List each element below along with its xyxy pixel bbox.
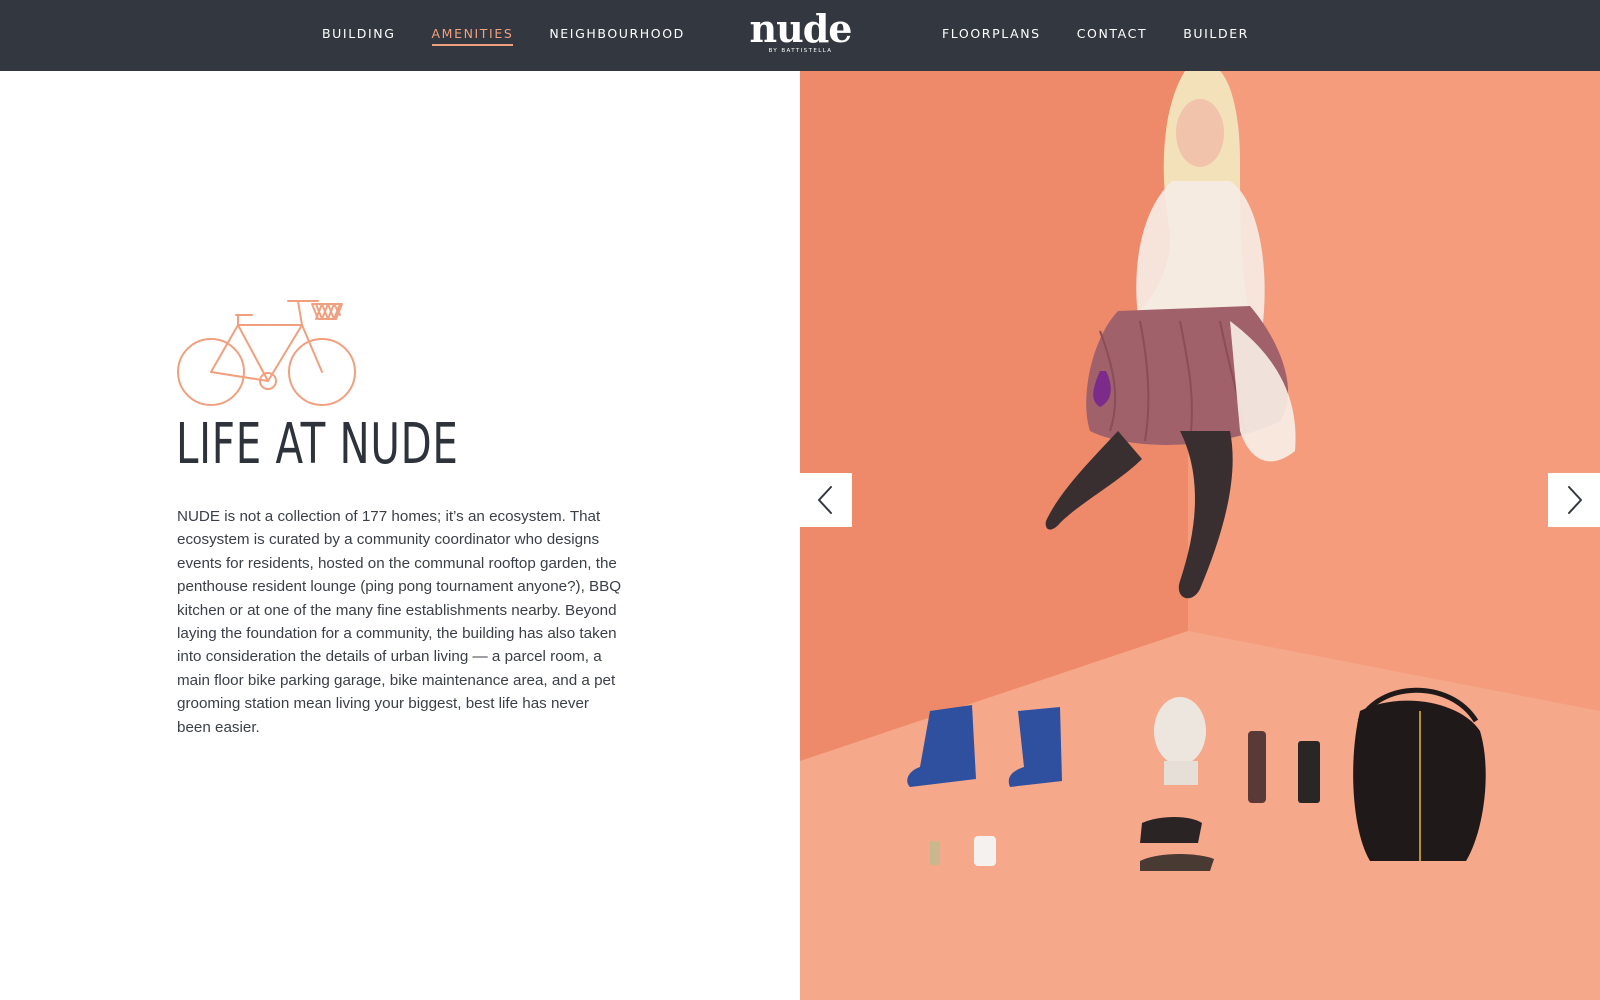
page-title: LIFE AT NUDE — [176, 412, 459, 477]
nav-right-group: FLOORPLANS CONTACT BUILDER — [942, 0, 1285, 71]
nav-link-floorplans[interactable]: FLOORPLANS — [942, 26, 1041, 46]
site-logo[interactable]: nude BY BATTISTELLA — [748, 6, 853, 55]
photo-illustration — [800, 71, 1600, 1000]
logo-wordmark: nude — [749, 6, 852, 51]
nav-link-builder[interactable]: BUILDER — [1183, 26, 1249, 46]
chevron-right-icon — [1568, 486, 1582, 514]
hero-photo-slide — [800, 71, 1600, 1000]
nav-left-group: BUILDING AMENITIES NEIGHBOURHOOD — [322, 0, 721, 71]
slider-next-button[interactable] — [1548, 473, 1600, 527]
bicycle-icon — [177, 300, 356, 406]
nav-link-amenities[interactable]: AMENITIES — [431, 26, 514, 46]
slider-prev-button[interactable] — [800, 473, 852, 527]
nav-link-contact[interactable]: CONTACT — [1077, 26, 1147, 46]
content-panel: LIFE AT NUDE NUDE is not a collection of… — [0, 71, 800, 1000]
nav-link-building[interactable]: BUILDING — [322, 26, 396, 46]
top-navigation-bar: BUILDING AMENITIES NEIGHBOURHOOD nude BY… — [0, 0, 1600, 71]
chevron-left-icon — [818, 486, 832, 514]
nav-link-neighbourhood[interactable]: NEIGHBOURHOOD — [549, 26, 685, 46]
page-description: NUDE is not a collection of 177 homes; i… — [177, 508, 622, 736]
